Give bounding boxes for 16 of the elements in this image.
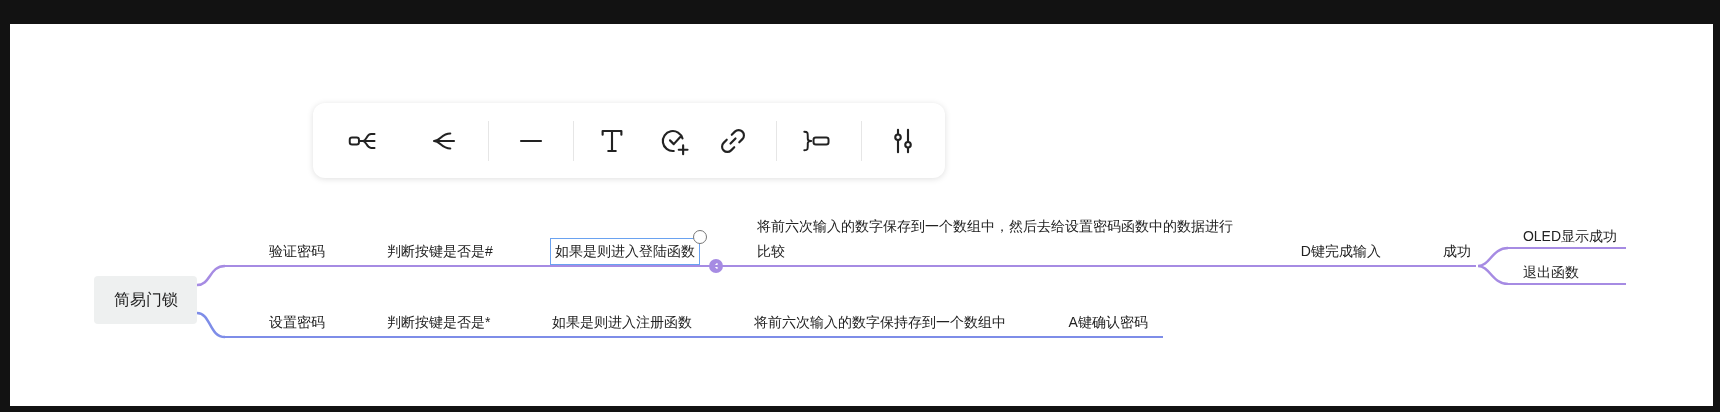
topic-label[interactable]: 将前六次输入的数字保持存到一个数组中 <box>749 309 1012 336</box>
topic-label[interactable]: 成功 <box>1437 238 1476 265</box>
topic-label[interactable]: 将前六次输入的数字保存到一个数组中，然后去给设置密码函数中的数据进行比较 <box>751 213 1244 265</box>
topic-label[interactable]: OLED显示成功 <box>1517 225 1623 247</box>
topic-label[interactable]: 设置密码 <box>264 309 330 336</box>
topic-label[interactable]: 如果是则进入登陆函数 <box>549 238 700 265</box>
topic-label[interactable]: A键确认密码 <box>1063 309 1153 336</box>
root-topic[interactable]: 简易门锁 <box>94 276 197 324</box>
topic-label[interactable]: 退出函数 <box>1517 261 1584 283</box>
topic-label[interactable]: 判断按键是否是* <box>382 309 496 336</box>
topic-label[interactable]: 如果是则进入注册函数 <box>547 309 698 336</box>
topic-label[interactable]: D键完成输入 <box>1295 238 1386 265</box>
collapse-icon[interactable] <box>708 259 723 273</box>
topic-label[interactable]: 判断按键是否是# <box>382 238 498 265</box>
drag-handle[interactable] <box>692 230 707 244</box>
topic-label[interactable]: 验证密码 <box>264 238 330 265</box>
